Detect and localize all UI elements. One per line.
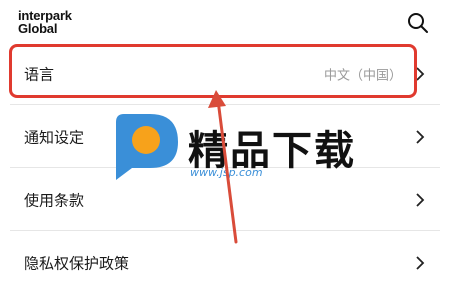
watermark-url: www.jsp.com xyxy=(190,166,263,179)
chevron-right-icon xyxy=(416,256,425,270)
row-label: 语言 xyxy=(24,65,55,84)
settings-row-privacy[interactable]: 隐私权保护政策 xyxy=(10,233,440,293)
row-value: 中文（中国） xyxy=(323,68,402,84)
chevron-right-icon xyxy=(416,193,425,207)
logo-line-2: Global xyxy=(18,21,58,36)
settings-row-language[interactable]: 语言 中文（中国） xyxy=(10,44,440,105)
chevron-right-icon xyxy=(416,130,425,144)
chevron-right-icon xyxy=(416,67,425,81)
search-icon[interactable] xyxy=(406,11,430,35)
p-logo-icon xyxy=(116,114,178,180)
row-label: 使用条款 xyxy=(24,191,85,210)
row-label: 隐私权保护政策 xyxy=(24,254,130,273)
watermark: 精品下载 www.jsp.com xyxy=(98,108,358,188)
interpark-logo[interactable]: interpark Global xyxy=(18,9,72,35)
row-label: 通知设定 xyxy=(24,128,85,147)
app-header: interpark Global xyxy=(0,0,450,44)
